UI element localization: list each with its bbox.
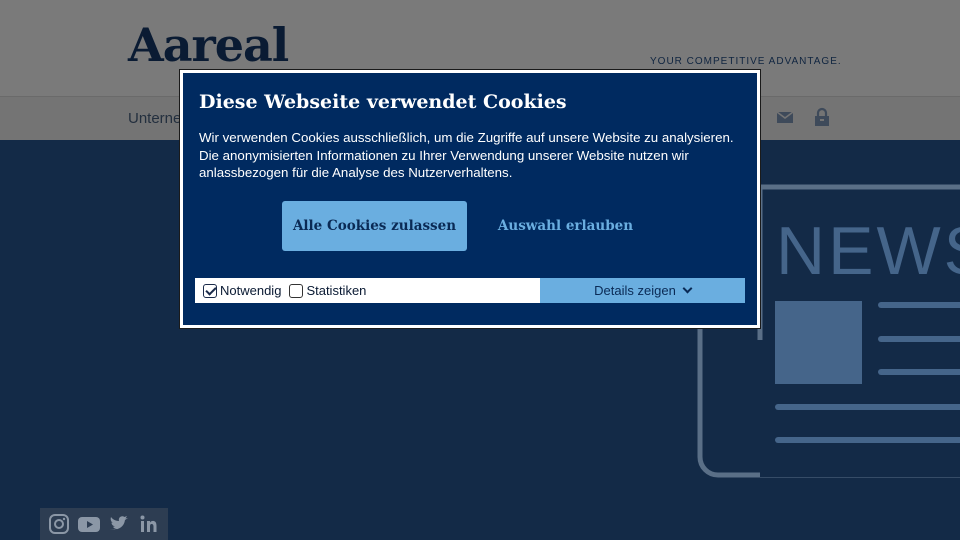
lock-icon[interactable] xyxy=(812,107,832,127)
chevron-down-icon xyxy=(682,283,693,294)
social-links xyxy=(40,508,168,540)
cookie-consent-dialog: Diese Webseite verwendet Cookies Wir ver… xyxy=(180,70,760,328)
news-illustration-text: NEWS xyxy=(776,213,960,289)
accept-all-cookies-button[interactable]: Alle Cookies zulassen xyxy=(282,201,467,251)
youtube-icon[interactable] xyxy=(78,514,100,534)
cookie-category-checkboxes: Notwendig Statistiken xyxy=(195,278,540,303)
nav-item-unternehmen[interactable]: Unterne xyxy=(128,110,181,127)
checkbox-statistiken[interactable] xyxy=(289,283,304,298)
allow-selection-button[interactable]: Auswahl erlauben xyxy=(483,201,648,251)
instagram-icon[interactable] xyxy=(48,514,70,534)
checkbox-label-notwendig[interactable]: Notwendig xyxy=(220,283,281,298)
checkbox-notwendig[interactable] xyxy=(203,283,217,298)
dialog-description: Wir verwenden Cookies ausschließlich, um… xyxy=(199,130,734,180)
checkbox-label-statistiken[interactable]: Statistiken xyxy=(306,283,366,298)
mail-icon[interactable] xyxy=(775,107,795,127)
dialog-title: Diese Webseite verwendet Cookies xyxy=(199,91,567,113)
details-toggle-label: Details zeigen xyxy=(594,283,676,298)
twitter-icon[interactable] xyxy=(108,514,130,534)
linkedin-icon[interactable] xyxy=(138,514,160,534)
brand-logo[interactable]: Aareal xyxy=(128,18,289,72)
brand-tagline: YOUR COMPETITIVE ADVANTAGE. xyxy=(650,56,842,67)
details-toggle-button[interactable]: Details zeigen xyxy=(540,278,745,303)
cookie-options-bar: Notwendig Statistiken Details zeigen xyxy=(195,278,745,303)
